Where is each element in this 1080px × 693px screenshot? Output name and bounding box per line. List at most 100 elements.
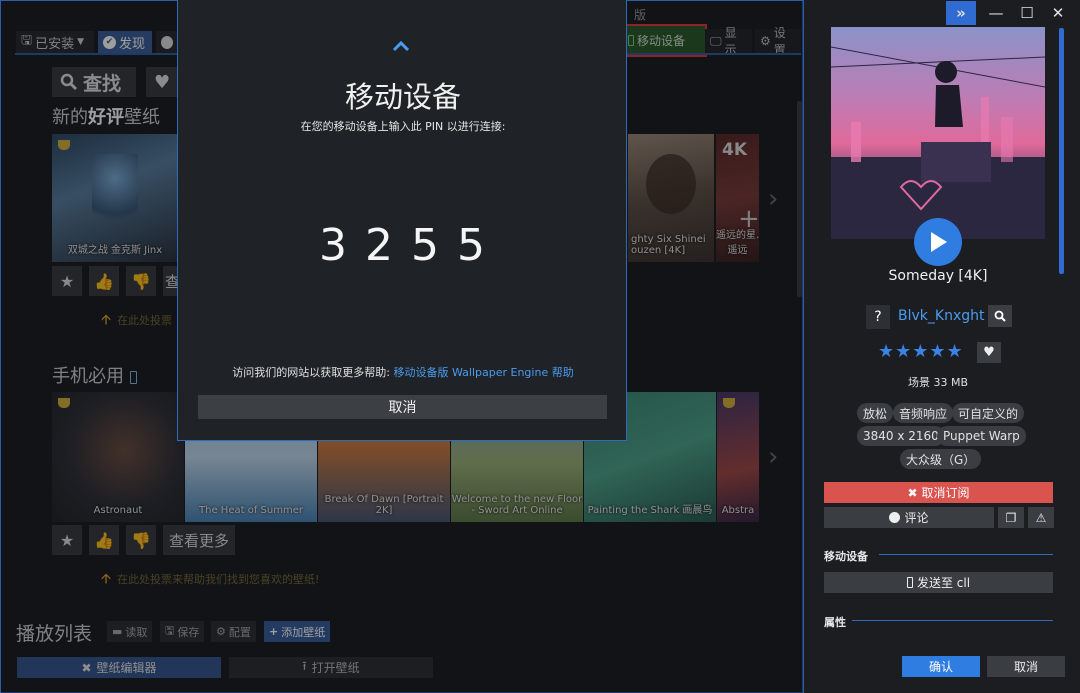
- section-divider: [879, 554, 1053, 555]
- phone-icon: [129, 370, 137, 384]
- playlist-save-button[interactable]: 🖫 保存: [160, 621, 205, 642]
- gear-icon: ⚙: [216, 625, 226, 638]
- playlist-add-button[interactable]: + 添加壁纸: [264, 621, 331, 642]
- trophy-icon: [723, 398, 735, 408]
- playlist-title: 播放列表: [16, 623, 93, 645]
- main-scrollbar[interactable]: [797, 101, 802, 297]
- tag-chip[interactable]: 可自定义的: [952, 403, 1025, 423]
- chevron-right-icon[interactable]: ›: [768, 442, 778, 472]
- wallpaper-card[interactable]: ghty Six Shinei ouzen [4K]: [628, 134, 714, 262]
- discover-tab[interactable]: ✔ 发现: [98, 31, 152, 53]
- thumbs-down-icon: 👎: [131, 530, 151, 550]
- unsubscribe-button[interactable]: ✖ 取消订阅: [824, 482, 1053, 503]
- tag-chip[interactable]: 音频响应: [893, 403, 954, 423]
- wallpaper-editor-button[interactable]: ✖ 壁纸编辑器: [17, 657, 221, 678]
- section-title-new-rated: 新的好评壁纸: [52, 107, 160, 128]
- mobile-pairing-dialog: 移动设备 在您的移动设备上输入此 PIN 以进行连接: 3 2 5 5 访问我们…: [177, 0, 627, 441]
- settings-button[interactable]: ⚙ 设置: [755, 26, 801, 57]
- wallpaper-card[interactable]: Astronaut: [52, 392, 184, 522]
- dialog-title: 移动设备: [344, 80, 461, 114]
- gear-icon: ⚙: [760, 34, 771, 48]
- arrow-up-icon: 🡩: [101, 312, 112, 328]
- installed-tab[interactable]: 🖫 已安装 ▼: [16, 31, 94, 53]
- trophy-icon: [58, 398, 70, 408]
- chevron-up-icon[interactable]: [392, 40, 410, 52]
- rating-stars: ★★★★★: [878, 341, 964, 362]
- wallpaper-title: Someday [4K]: [888, 268, 988, 284]
- thumbs-up-icon: 👍: [94, 530, 114, 550]
- star-icon: ★: [59, 271, 75, 291]
- see-more-button[interactable]: 查看更多: [163, 525, 236, 555]
- version-label: 版: [634, 8, 647, 22]
- cancel-button[interactable]: 取消: [987, 656, 1065, 677]
- tag-chip[interactable]: 放松: [857, 403, 894, 423]
- panel-scrollbar[interactable]: [1059, 28, 1064, 274]
- close-window-button[interactable]: ✕: [1043, 1, 1073, 25]
- section-divider: [852, 620, 1053, 621]
- dialog-subtitle: 在您的移动设备上输入此 PIN 以进行连接:: [300, 120, 506, 133]
- wallpaper-details-panel: » — ☐ ✕ Someday [4K] ? Blvk_Knxght ★★★★★…: [803, 0, 1080, 693]
- comment-icon: [889, 512, 901, 523]
- search-button[interactable]: 查找: [52, 67, 136, 97]
- save-icon: 🖫: [21, 33, 33, 48]
- display-button[interactable]: 🖵 显示: [705, 26, 752, 57]
- author-link[interactable]: Blvk_Knxght: [898, 308, 984, 324]
- close-icon: ✖: [907, 485, 918, 500]
- save-icon: 🖫: [165, 624, 175, 637]
- thumbs-down-button[interactable]: 👎: [126, 266, 156, 296]
- heart-icon: ♥: [983, 345, 995, 360]
- thumbs-down-button[interactable]: 👎: [126, 525, 156, 555]
- phone-icon: [628, 35, 634, 46]
- monitor-icon: 🖵: [710, 33, 722, 48]
- phone-icon: [906, 577, 913, 588]
- wallpaper-card[interactable]: Abstra: [717, 392, 759, 522]
- author-search-button[interactable]: [988, 305, 1012, 327]
- mobile-section-header: 移动设备: [824, 550, 868, 563]
- favorite-button[interactable]: ♥: [977, 342, 1001, 363]
- warning-icon: ⚠: [1035, 510, 1047, 525]
- thumbs-up-button[interactable]: 👍: [89, 266, 119, 296]
- copy-button[interactable]: ❐: [998, 507, 1024, 528]
- favorites-button[interactable]: ♥: [146, 67, 178, 97]
- star-button[interactable]: ★: [52, 266, 82, 296]
- minimize-icon: —: [988, 4, 1004, 22]
- help-link[interactable]: 移动设备版 Wallpaper Engine 帮助: [394, 366, 574, 379]
- wallpaper-card[interactable]: 4K + 遥远的星… 遥远: [716, 134, 759, 262]
- tag-chip[interactable]: Puppet Warp: [937, 426, 1026, 446]
- plus-icon: +: [269, 625, 279, 638]
- thumbs-down-icon: 👎: [131, 271, 151, 291]
- collapse-panel-button[interactable]: »: [946, 1, 976, 25]
- upload-icon: ⭱: [302, 659, 307, 673]
- play-icon: [931, 232, 947, 252]
- tools-icon: ✖: [81, 660, 92, 675]
- send-to-device-button[interactable]: 发送至 cll: [824, 572, 1053, 593]
- report-button[interactable]: ⚠: [1028, 507, 1054, 528]
- mobile-device-button[interactable]: 移动设备: [615, 24, 707, 57]
- tag-chip[interactable]: 3840 x 2160: [857, 426, 945, 446]
- thumbs-up-button[interactable]: 👍: [89, 525, 119, 555]
- star-button[interactable]: ★: [52, 525, 82, 555]
- play-button[interactable]: [914, 218, 962, 266]
- trophy-icon: [58, 140, 70, 150]
- minimize-button[interactable]: —: [981, 1, 1011, 25]
- open-wallpaper-button[interactable]: ⭱ 打开壁纸: [229, 657, 433, 678]
- playlist-load-button[interactable]: ▬ 读取: [107, 621, 153, 642]
- see-more-button[interactable]: 查: [163, 266, 178, 296]
- copy-icon: ❐: [1005, 510, 1017, 525]
- thumbs-up-icon: 👍: [94, 271, 114, 291]
- star-icon: ★: [59, 530, 75, 550]
- chevron-down-icon: ▼: [77, 37, 85, 47]
- vote-hint: 🡩 在此处投票: [101, 312, 173, 328]
- wallpaper-meta: 场景 33 MB: [907, 376, 969, 389]
- tag-chip[interactable]: 大众级（G）: [900, 449, 982, 469]
- chevron-right-icon[interactable]: ›: [768, 184, 778, 214]
- workshop-tab[interactable]: [156, 31, 178, 53]
- ok-button[interactable]: 确认: [902, 656, 980, 677]
- maximize-button[interactable]: ☐: [1012, 1, 1042, 25]
- comment-button[interactable]: 评论: [824, 507, 994, 528]
- vote-hint: 🡩 在此处投票来帮助我们找到您喜欢的壁纸!: [101, 571, 320, 587]
- playlist-config-button[interactable]: ⚙ 配置: [211, 621, 256, 642]
- wallpaper-card[interactable]: 双城之战 金克斯 Jinx: [52, 134, 178, 262]
- maximize-icon: ☐: [1020, 4, 1034, 22]
- dialog-cancel-button[interactable]: 取消: [198, 395, 607, 419]
